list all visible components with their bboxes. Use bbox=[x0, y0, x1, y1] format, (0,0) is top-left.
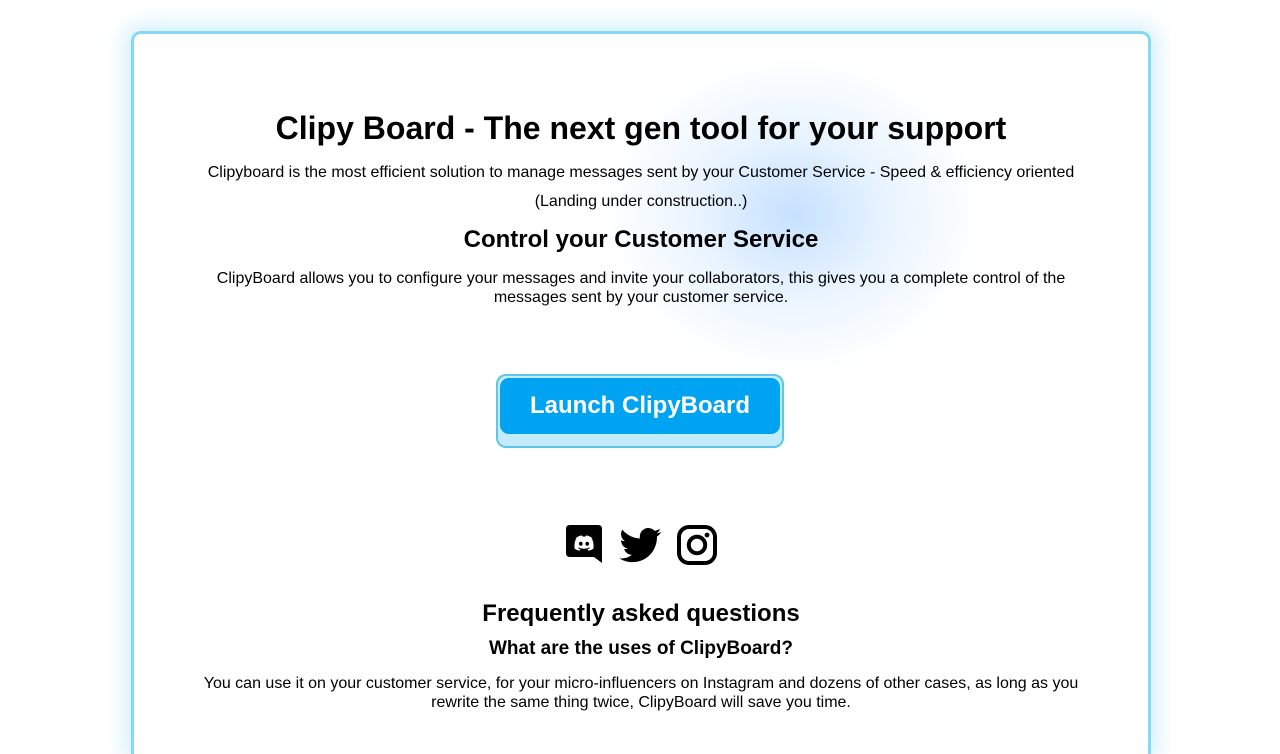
construction-notice: (Landing under construction..) bbox=[534, 193, 748, 210]
discord-icon[interactable] bbox=[564, 524, 606, 566]
control-heading: Control your Customer Service bbox=[463, 226, 819, 253]
launch-clipyboard-button[interactable]: Launch ClipyBoard bbox=[500, 378, 780, 434]
faq-title: Frequently asked questions bbox=[482, 600, 800, 627]
faq-question: What are the uses of ClipyBoard? bbox=[488, 638, 794, 659]
main-card: Clipy Board - The next gen tool for your… bbox=[131, 31, 1151, 754]
instagram-icon[interactable] bbox=[676, 524, 718, 566]
background-glow bbox=[604, 54, 984, 374]
launch-button-frame: Launch ClipyBoard bbox=[496, 374, 784, 448]
social-links bbox=[134, 524, 1148, 566]
page-title: Clipy Board - The next gen tool for your… bbox=[275, 110, 1007, 146]
faq-answer: You can use it on your customer service,… bbox=[203, 675, 1079, 711]
hero-subtitle: Clipyboard is the most efficient solutio… bbox=[207, 164, 1075, 181]
twitter-icon[interactable] bbox=[619, 524, 662, 566]
control-text: ClipyBoard allows you to configure your … bbox=[216, 270, 1066, 306]
